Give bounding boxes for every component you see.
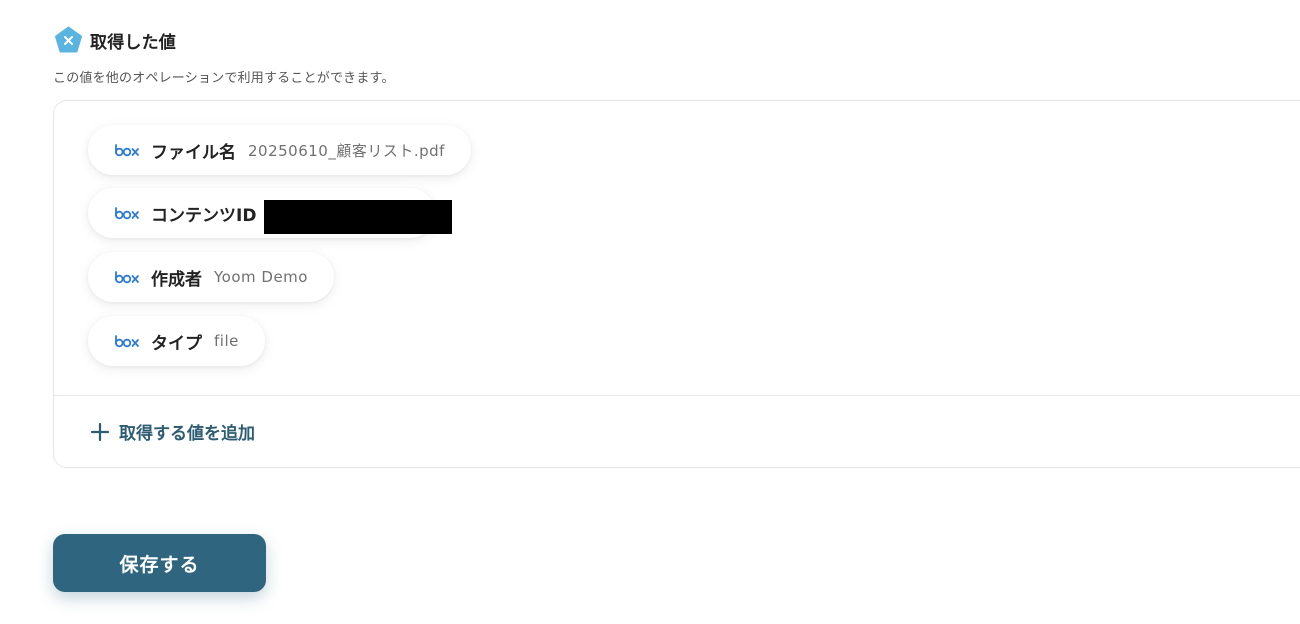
divider xyxy=(54,395,1300,396)
value-label: コンテンツID xyxy=(151,205,257,226)
pentagon-x-icon xyxy=(54,26,83,54)
value-chip-type[interactable]: タイプ file xyxy=(88,316,265,366)
box-logo-icon xyxy=(115,144,139,157)
value-chip-creator[interactable]: 作成者 Yoom Demo xyxy=(88,252,334,302)
box-logo-icon xyxy=(115,207,139,220)
value-text: 20250610_顧客リスト.pdf xyxy=(248,141,445,160)
value-text: file xyxy=(214,332,239,350)
value-chip-file-name[interactable]: ファイル名 20250610_顧客リスト.pdf xyxy=(88,125,471,175)
section-description: この値を他のオペレーションで利用することができます。 xyxy=(53,71,395,86)
value-text: Yoom Demo xyxy=(214,268,308,286)
box-logo-icon xyxy=(115,335,139,348)
section-title: 取得した値 xyxy=(90,32,176,53)
redacted-content-id xyxy=(264,200,452,234)
box-logo-icon xyxy=(115,271,139,284)
value-label: ファイル名 xyxy=(151,142,236,163)
save-button[interactable]: 保存する xyxy=(53,534,266,592)
value-label: タイプ xyxy=(151,333,202,354)
add-value-button[interactable]: 取得する値を追加 xyxy=(90,419,255,444)
value-label: 作成者 xyxy=(151,269,202,290)
add-value-label: 取得する値を追加 xyxy=(119,424,255,444)
section-header: 取得した値 xyxy=(54,26,176,54)
plus-icon xyxy=(90,422,110,441)
values-panel: ファイル名 20250610_顧客リスト.pdf コンテンツID 作成者 Yoo… xyxy=(53,100,1300,468)
